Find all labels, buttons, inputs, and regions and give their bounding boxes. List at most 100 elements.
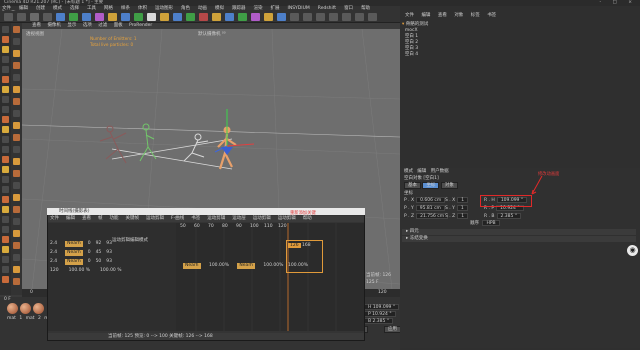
om-menu-object[interactable]: 对象 — [454, 13, 463, 18]
mode-icon[interactable] — [2, 176, 9, 183]
coord-value[interactable]: 2.385 ° — [496, 213, 522, 219]
mode-icon[interactable] — [2, 66, 9, 73]
toolbar-icon[interactable] — [30, 13, 39, 21]
vp-menu-camera[interactable]: 摄像机 — [47, 23, 61, 28]
toolbar-icon[interactable] — [56, 13, 65, 21]
tool-icon[interactable] — [13, 74, 20, 81]
tool-icon[interactable] — [13, 218, 20, 225]
tool-icon[interactable] — [13, 266, 20, 273]
mode-icon[interactable] — [2, 86, 9, 93]
coord-value[interactable]: 0.606 cm — [416, 197, 446, 203]
timeline-menu-item[interactable]: F-曲线 — [169, 216, 184, 221]
track-row[interactable]: 2.4 Nearh 0 50 93 — [50, 258, 174, 266]
tool-icon[interactable] — [13, 242, 20, 249]
track-row[interactable]: 120 100.00 % 100.00 % — [50, 267, 174, 275]
toolbar-icon[interactable] — [173, 13, 182, 21]
toolbar-icon[interactable] — [160, 13, 169, 21]
om-menu-file[interactable]: 文件 — [405, 13, 414, 18]
track-row[interactable]: 2.4 Nearh 0 92 93 — [50, 240, 174, 248]
timeline-menu-item[interactable]: 帮助 — [301, 216, 312, 221]
tool-icon[interactable] — [13, 206, 20, 213]
mode-icon[interactable] — [2, 166, 9, 173]
coord-h[interactable]: H 109.099 ° — [362, 304, 400, 311]
material-ball-2[interactable] — [20, 303, 31, 314]
toolbar-icon[interactable] — [186, 13, 195, 21]
clip-tag[interactable]: Nearh — [183, 263, 201, 269]
tool-icon[interactable] — [13, 158, 20, 165]
coord-field[interactable]: P 10.924 ° — [364, 311, 396, 317]
toolbar-icon[interactable] — [277, 13, 286, 21]
object-row[interactable]: 空白 4 — [402, 52, 638, 58]
coord-value[interactable]: 1 — [456, 205, 468, 211]
om-menu-view[interactable]: 查看 — [438, 13, 447, 18]
attr-menu-userdata[interactable]: 用户数据 — [431, 169, 449, 174]
mode-icon[interactable] — [2, 186, 9, 193]
tool-icon[interactable] — [13, 98, 20, 105]
toolbar-icon[interactable] — [342, 13, 351, 21]
apply-button[interactable]: 应用 — [383, 326, 401, 333]
tab-basic[interactable]: 基本 — [404, 182, 421, 189]
mode-icon[interactable] — [2, 196, 9, 203]
timeline-menu-item[interactable]: 运动剪辑 — [251, 216, 271, 221]
om-menu-tags[interactable]: 标签 — [471, 13, 480, 18]
om-menu-edit[interactable]: 编辑 — [421, 13, 430, 18]
mode-icon[interactable] — [2, 46, 9, 53]
vp-menu-display[interactable]: 显示 — [67, 23, 76, 28]
toolbar-icon[interactable] — [95, 13, 104, 21]
toolbar-icon[interactable] — [225, 13, 234, 21]
timeline-menu-item[interactable]: 运动层 — [230, 216, 246, 221]
tool-icon[interactable] — [13, 278, 20, 285]
toolbar-icon[interactable] — [147, 13, 156, 21]
mode-icon[interactable] — [2, 36, 9, 43]
tool-icon[interactable] — [13, 26, 20, 33]
section-quaternion[interactable]: ▸ 四元 — [402, 229, 636, 235]
vp-menu-filter[interactable]: 过滤 — [98, 23, 107, 28]
coord-field[interactable]: H 109.099 ° — [364, 304, 400, 310]
toolbar-icon[interactable] — [303, 13, 312, 21]
toolbar-icon[interactable] — [17, 13, 26, 21]
tool-icon[interactable] — [13, 50, 20, 57]
mode-icon[interactable] — [2, 136, 9, 143]
toolbar-icon[interactable] — [251, 13, 260, 21]
timeline-menu-item[interactable]: 书签 — [189, 216, 200, 221]
toolbar-icon[interactable] — [290, 13, 299, 21]
section-freeze[interactable]: ▸ 冻结变换 — [402, 236, 636, 242]
coord-value[interactable]: 95.81 cm — [415, 205, 445, 211]
toolbar-icon[interactable] — [134, 13, 143, 21]
toolbar-icon[interactable] — [368, 13, 377, 21]
timeline-menu-item[interactable]: 运动剪辑 — [205, 216, 225, 221]
tool-icon[interactable] — [13, 146, 20, 153]
timeline-menu-item[interactable]: 功能 — [108, 216, 119, 221]
toolbar-icon[interactable] — [69, 13, 78, 21]
mode-icon[interactable] — [2, 76, 9, 83]
om-menu-bookmarks[interactable]: 书签 — [487, 13, 496, 18]
tool-icon[interactable] — [13, 170, 20, 177]
coord-value[interactable]: 1 — [457, 213, 469, 219]
tab-coords[interactable]: 坐标 — [422, 182, 440, 189]
material-ball-1[interactable] — [7, 303, 18, 314]
order-dropdown[interactable]: HPB — [482, 220, 500, 226]
tool-icon[interactable] — [13, 254, 20, 261]
vp-menu-options[interactable]: 选项 — [83, 23, 92, 28]
tab-object[interactable]: 对象 — [440, 182, 458, 189]
mode-icon[interactable] — [2, 96, 9, 103]
mode-icon[interactable] — [2, 246, 9, 253]
clip-tag[interactable]: Nearh — [237, 263, 255, 269]
tool-icon[interactable] — [13, 110, 20, 117]
timeline-menu-item[interactable]: 运动剪辑 — [276, 216, 296, 221]
tool-icon[interactable] — [13, 86, 20, 93]
toolbar-icon[interactable] — [355, 13, 364, 21]
mode-icon[interactable] — [2, 206, 9, 213]
vp-menu-panel[interactable]: 面板 — [114, 23, 123, 28]
toolbar-icon[interactable] — [199, 13, 208, 21]
timeline-menu-item[interactable]: 查看 — [80, 216, 91, 221]
help-icon[interactable]: ◉ — [627, 245, 638, 256]
tool-icon[interactable] — [13, 194, 20, 201]
toolbar-icon[interactable] — [4, 13, 13, 21]
vp-menu-view[interactable]: 查看 — [32, 23, 41, 28]
toolbar-icon[interactable] — [264, 13, 273, 21]
coord-value[interactable]: 1 — [457, 197, 469, 203]
material-ball-3[interactable] — [33, 303, 44, 314]
mode-icon[interactable] — [2, 266, 9, 273]
mode-icon[interactable] — [2, 226, 9, 233]
